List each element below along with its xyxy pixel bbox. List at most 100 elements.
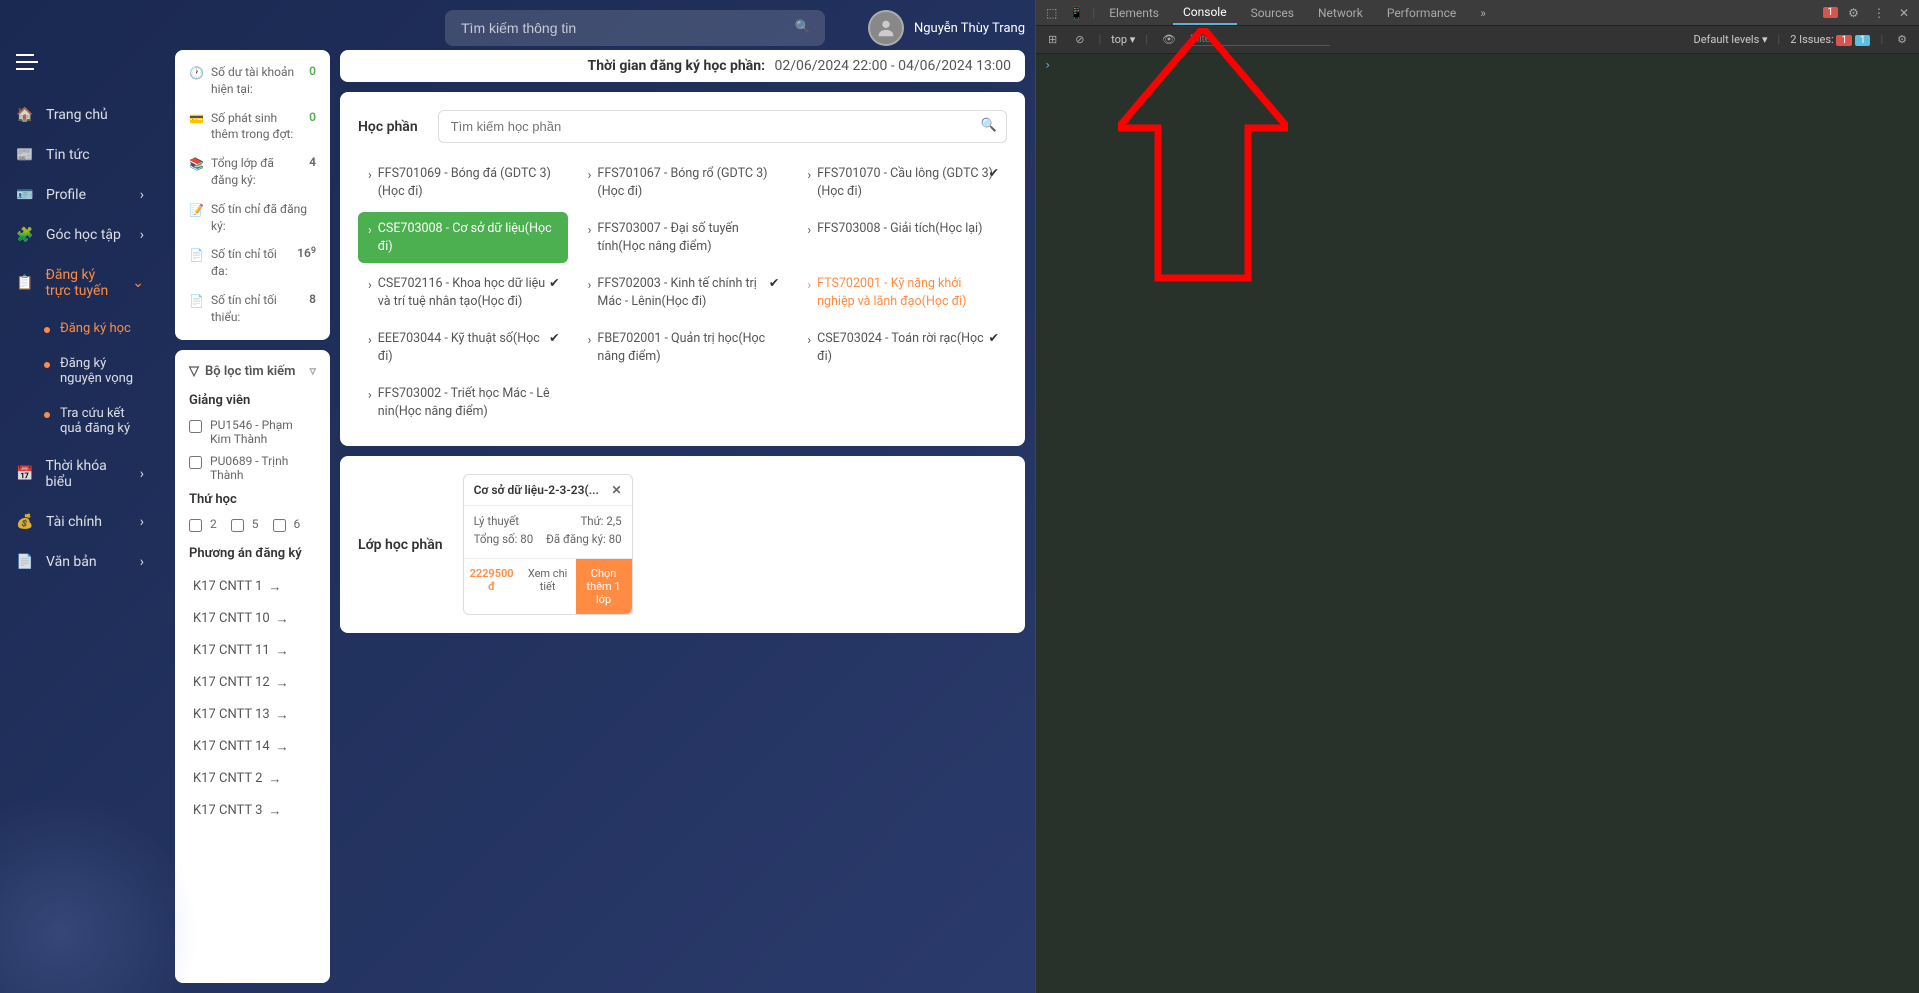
total-class-value: 4	[309, 155, 316, 169]
close-icon[interactable]: ✕	[612, 483, 622, 497]
chevron-right-icon: ›	[140, 554, 144, 570]
course-item[interactable]: ›FFS701069 - Bóng đá (GDTC 3)(Học đi)	[358, 157, 568, 208]
chevron-right-icon: ›	[588, 167, 592, 185]
plan-item[interactable]: K17 CNTT 3→	[189, 795, 316, 827]
gear-icon[interactable]: ⚙	[1844, 6, 1863, 20]
course-item[interactable]: ›CSE703008 - Cơ sở dữ liệu(Học đi)	[358, 212, 568, 263]
checkbox[interactable]	[189, 456, 202, 469]
plan-name: K17 CNTT 1	[193, 579, 262, 594]
day-checkbox[interactable]: 2	[189, 517, 217, 532]
global-search-input[interactable]	[445, 10, 825, 46]
view-detail-button[interactable]: Xem chi tiết	[520, 559, 576, 614]
filter-options-icon[interactable]: ▿	[309, 364, 316, 379]
device-icon[interactable]: 📱	[1065, 6, 1088, 20]
checkbox[interactable]	[231, 519, 244, 532]
tab-sources[interactable]: Sources	[1241, 2, 1304, 24]
tab-network[interactable]: Network	[1308, 2, 1373, 24]
course-name: EEE703044 - Kỹ thuật số(Học đi)	[378, 330, 558, 365]
plan-item[interactable]: K17 CNTT 11→	[189, 635, 316, 667]
course-search-input[interactable]	[438, 110, 1007, 143]
lecturer-checkbox[interactable]: PU1546 - Phạm Kim Thành	[189, 418, 316, 446]
chevron-right-icon: ›	[368, 167, 372, 185]
error-badge[interactable]: 1	[1823, 7, 1839, 18]
nav-study-corner[interactable]: 🧩Góc học tập›	[0, 215, 160, 255]
chevron-right-icon: ›	[140, 514, 144, 530]
subnav-reg-wish[interactable]: Đăng ký nguyện vọng	[40, 346, 160, 396]
tabs-more-icon[interactable]: »	[1470, 2, 1496, 24]
course-name: FTS702001 - Kỹ năng khởi nghiệp và lãnh …	[817, 275, 997, 310]
more-icon[interactable]: ⋮	[1869, 6, 1889, 20]
course-item[interactable]: ›EEE703044 - Kỹ thuật số(Học đi)✔	[358, 322, 568, 373]
course-item[interactable]: ›CSE703024 - Toán rời rạc(Học đi)✔	[797, 322, 1007, 373]
max-icon: 📄	[189, 248, 203, 262]
checkbox[interactable]	[273, 519, 286, 532]
menu-toggle-icon[interactable]	[16, 53, 160, 75]
subnav-lookup[interactable]: Tra cứu kết quả đăng ký	[40, 396, 160, 446]
issues-label[interactable]: 2 Issues: 1 1	[1790, 33, 1870, 46]
class-type: Lý thuyết	[474, 514, 519, 528]
course-item[interactable]: › FTS702001 - Kỹ năng khởi nghiệp và lãnh…	[797, 267, 1007, 318]
chevron-right-icon: ›	[807, 277, 811, 295]
total-class-label: Tổng lớp đã đăng ký:	[211, 155, 301, 189]
plan-item[interactable]: K17 CNTT 12→	[189, 667, 316, 699]
user-name: Nguyễn Thùy Trang	[914, 21, 1025, 36]
plan-item[interactable]: K17 CNTT 13→	[189, 699, 316, 731]
nav-profile-label: Profile	[46, 187, 86, 203]
lecturer-checkbox[interactable]: PU0689 - Trịnh Thành	[189, 454, 316, 482]
course-search[interactable]: 🔍	[438, 110, 1007, 143]
tab-elements[interactable]: Elements	[1099, 2, 1169, 24]
course-item[interactable]: ›FFS703008 - Giải tích(Học lại)	[797, 212, 1007, 263]
course-item[interactable]: ›FFS703007 - Đại số tuyến tính(Học nâng …	[578, 212, 788, 263]
arrow-right-icon: →	[276, 707, 289, 723]
inspect-icon[interactable]: ⬚	[1042, 6, 1061, 20]
console-settings-icon[interactable]: ⚙	[1893, 33, 1911, 46]
nav-documents-label: Văn bản	[46, 554, 97, 570]
sidebar-toggle-icon[interactable]: ⊞	[1044, 33, 1061, 46]
checkbox[interactable]	[189, 519, 202, 532]
devtools-tabs: ⬚ 📱 | Elements Console Sources Network P…	[1036, 0, 1919, 26]
banner-time: 02/06/2024 22:00 - 04/06/2024 13:00	[775, 58, 1011, 74]
day-checkbox[interactable]: 6	[273, 517, 301, 532]
course-item[interactable]: ›FBE702001 - Quản trị học(Học nâng điểm)	[578, 322, 788, 373]
day-checkbox[interactable]: 5	[231, 517, 259, 532]
course-item[interactable]: ›CSE702116 - Khoa học dữ liệu và trí tuệ…	[358, 267, 568, 318]
tab-console[interactable]: Console	[1173, 1, 1237, 25]
nav-documents[interactable]: 📄Văn bản›	[0, 542, 160, 582]
money-icon: 💰	[16, 514, 34, 530]
plan-item[interactable]: K17 CNTT 1→	[189, 571, 316, 603]
plan-item[interactable]: K17 CNTT 14→	[189, 731, 316, 763]
subnav-reg-study[interactable]: Đăng ký học	[40, 311, 160, 346]
global-search[interactable]: 🔍	[445, 10, 825, 46]
plan-item[interactable]: K17 CNTT 10→	[189, 603, 316, 635]
avatar	[868, 10, 904, 46]
checkbox[interactable]	[189, 420, 202, 433]
banner-label: Thời gian đăng ký học phần:	[588, 58, 766, 74]
nav-register[interactable]: 📋Đăng ký trực tuyến⌄	[0, 255, 160, 311]
nav-finance[interactable]: 💰Tài chính›	[0, 502, 160, 542]
nav-schedule-label: Thời khóa biểu	[45, 458, 127, 490]
plan-item[interactable]: K17 CNTT 2→	[189, 763, 316, 795]
nav-news-label: Tin tức	[46, 147, 90, 163]
credits-min-value: 8	[309, 292, 316, 306]
course-item[interactable]: ›FFS701067 - Bóng rổ (GDTC 3)(Học đi)	[578, 157, 788, 208]
nav-schedule[interactable]: 📅Thời khóa biểu›	[0, 446, 160, 502]
credits-icon: 📝	[189, 203, 203, 217]
min-icon: 📄	[189, 294, 203, 308]
course-name: FFS703002 - Triết học Mác - Lê nin(Học n…	[378, 385, 558, 420]
course-item[interactable]: ›FFS701070 - Cầu lông (GDTC 3)(Học đi)✔	[797, 157, 1007, 208]
nav-profile[interactable]: 🪪Profile›	[0, 175, 160, 215]
check-icon: ✔	[549, 275, 559, 293]
clear-icon[interactable]: ⊘	[1071, 33, 1088, 46]
log-levels-selector[interactable]: Default levels ▾	[1693, 33, 1767, 46]
course-item[interactable]: ›FFS702003 - Kinh tế chính trị Mác - Lên…	[578, 267, 788, 318]
choose-class-button[interactable]: Chọn thêm 1 lớp	[576, 559, 632, 614]
register-icon: 📋	[16, 275, 33, 291]
class-price: 2229500 đ	[464, 559, 520, 614]
nav-news[interactable]: 📰Tin tức	[0, 135, 160, 175]
user-info[interactable]: Nguyễn Thùy Trang	[868, 10, 1025, 46]
tab-performance[interactable]: Performance	[1377, 2, 1466, 24]
close-icon[interactable]: ✕	[1895, 6, 1913, 20]
extra-label: Số phát sinh thêm trong đợt:	[211, 110, 301, 144]
nav-home[interactable]: 🏠Trang chủ	[0, 95, 160, 135]
course-item[interactable]: ›FFS703002 - Triết học Mác - Lê nin(Học …	[358, 377, 568, 428]
